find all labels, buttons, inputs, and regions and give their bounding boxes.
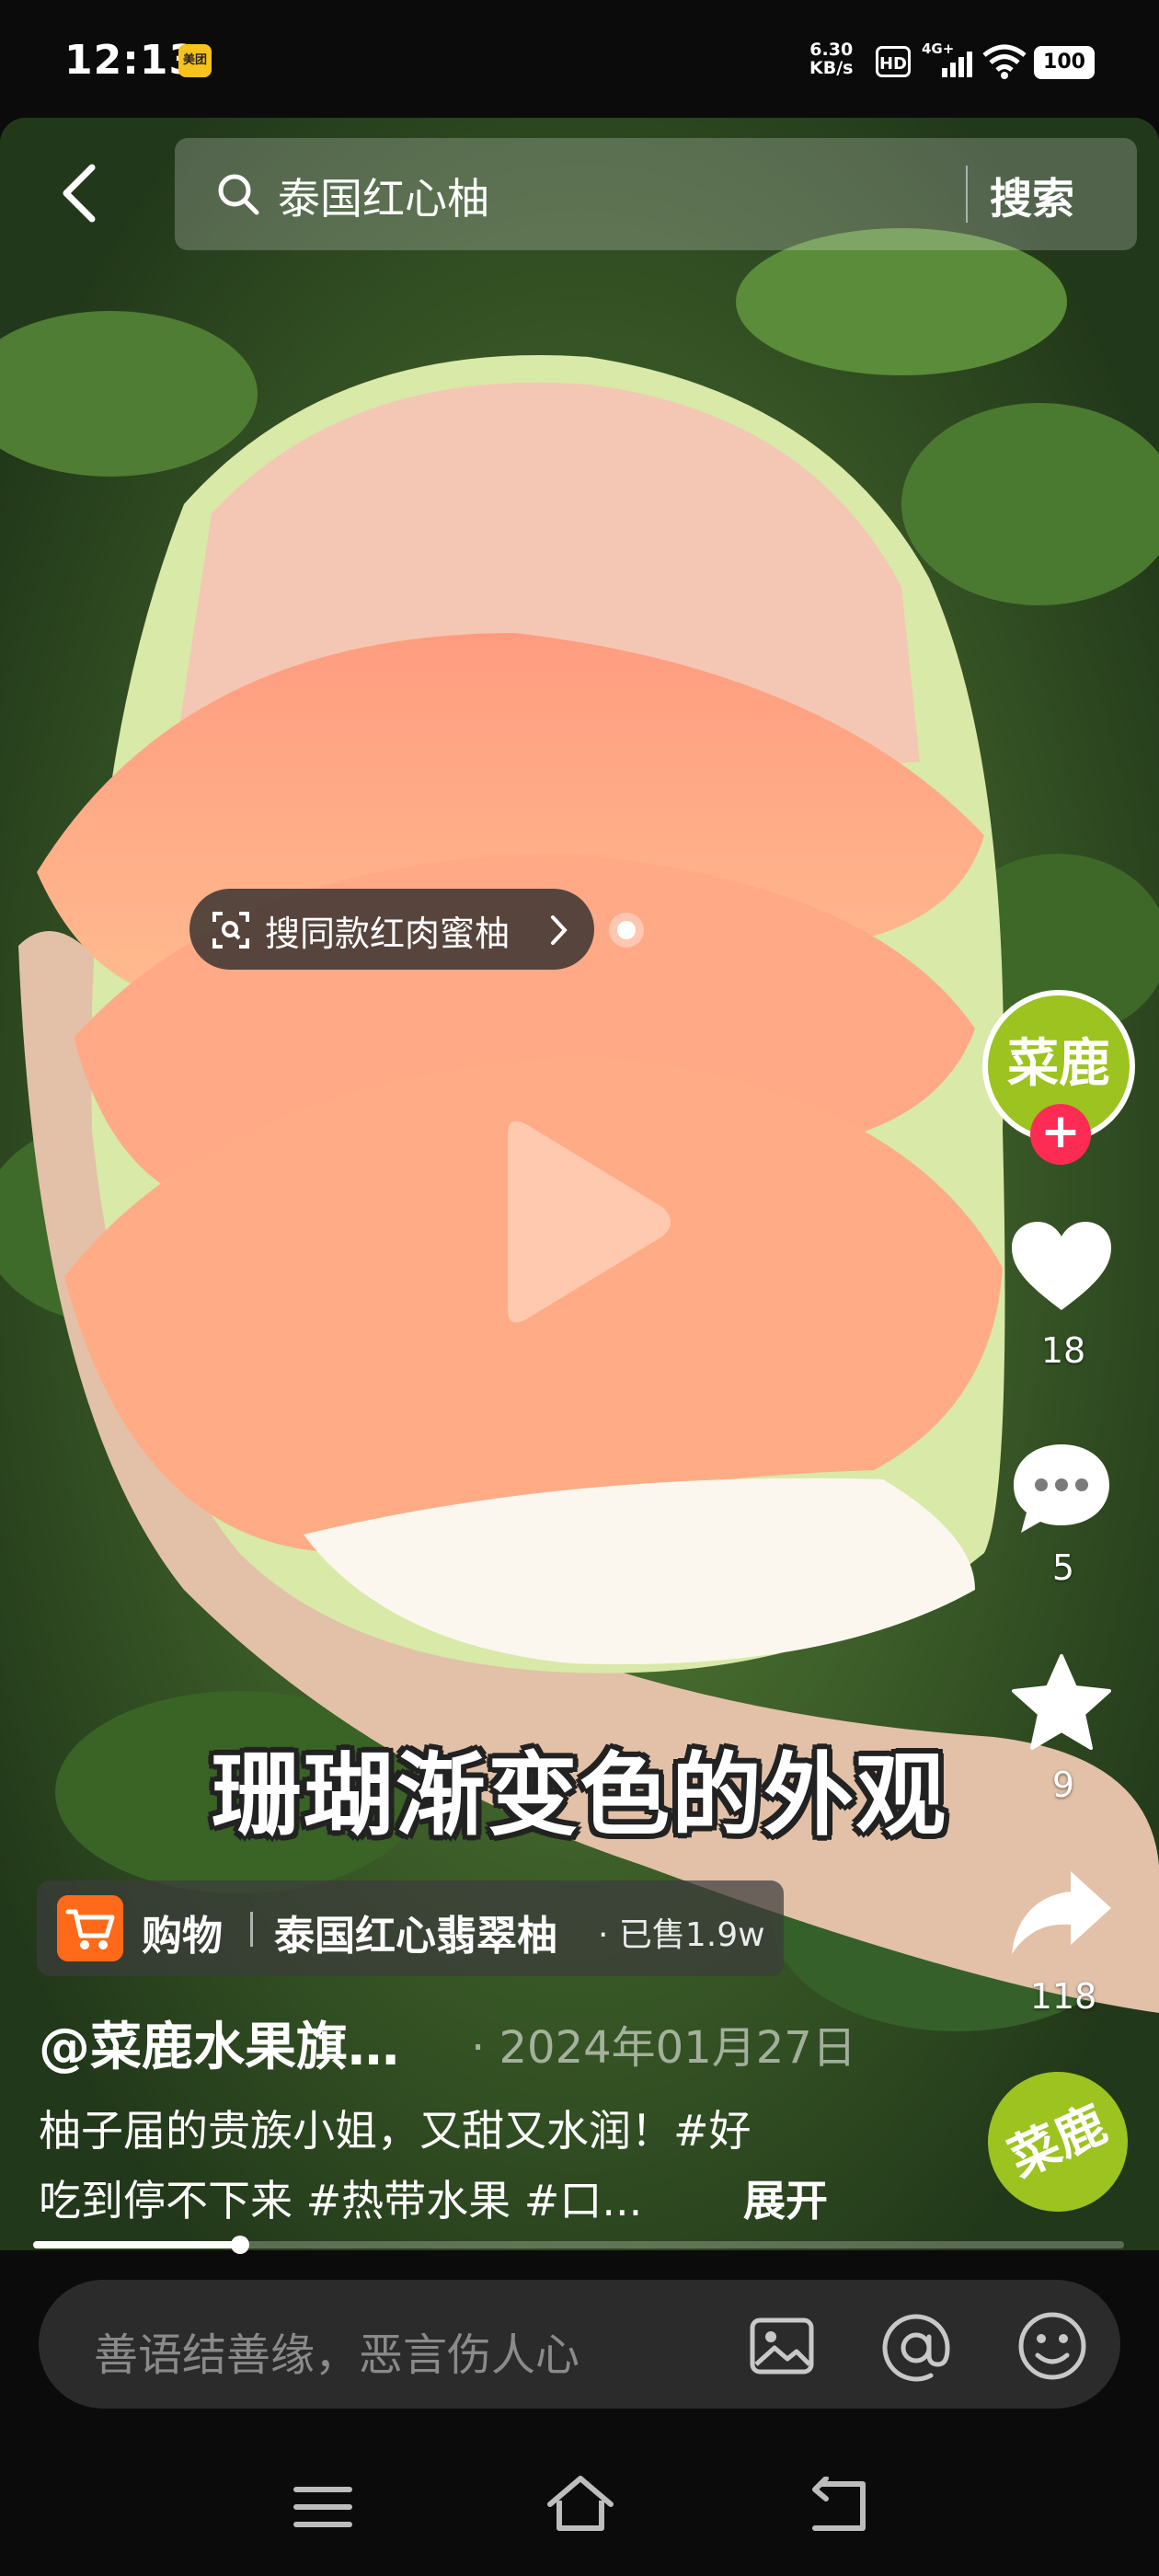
cellular-signal-icon: 4G+ [922,40,972,77]
battery-indicator: 100 [1034,46,1095,79]
follow-button[interactable]: + [1030,1104,1091,1165]
video-subtitle: 珊瑚渐变色的外观 [0,1722,1159,1853]
comment-input[interactable]: 善语结善缘，恶言伤人心 [94,2318,580,2383]
back-arrow-icon[interactable] [53,158,109,228]
scan-icon [212,912,249,949]
post-date: · 2024年01月27日 [471,2022,856,2074]
image-picker-icon[interactable] [747,2311,817,2381]
network-speed-value: 6.30 [809,40,854,60]
search-icon [218,174,259,215]
shopping-divider [250,1912,253,1947]
subtitle-text: 珊瑚渐变色的外观 [211,1743,947,1848]
comment-count: 5 [1051,1547,1075,1588]
menu-icon[interactable] [291,2484,355,2530]
shopping-sold-count: · 已售1.9w [598,1916,765,1954]
video-progress-fill [33,2241,240,2248]
product-tag-label[interactable]: 搜同款红肉蜜柚 [265,905,510,956]
like-count: 18 [1040,1330,1086,1371]
author-username[interactable]: @菜鹿水果旗… [39,2006,399,2080]
search-input[interactable]: 泰国红心柚 [278,166,489,226]
shopping-product-name[interactable]: 泰国红心翡翠柚 [274,1903,557,1961]
network-speed: 6.30 KB/s [809,40,853,77]
home-icon[interactable] [546,2473,614,2534]
video-progress-handle[interactable] [231,2236,249,2254]
hd-badge: HD [876,46,911,77]
caption-line-1: 柚子届的贵族小姐，又甜又水润！#好 [39,2106,752,2156]
meituan-app-icon: 美团 [178,44,212,77]
chevron-right-icon [551,915,568,945]
search-divider [966,166,968,223]
network-type-label: 4G+ [922,40,954,57]
comment-icon[interactable] [1010,1441,1113,1536]
shopping-cart-icon [57,1895,123,1961]
share-arrow-icon[interactable] [1008,1868,1115,1958]
play-icon[interactable] [491,1115,675,1328]
network-speed-unit: KB/s [809,58,854,78]
caption-line-2: 吃到停不下来 #热带水果 #口... [39,2176,643,2225]
tag-anchor-dot [609,913,644,948]
wifi-icon [982,44,1027,79]
search-button[interactable]: 搜索 [990,166,1074,226]
mention-at-icon[interactable] [879,2311,953,2385]
like-heart-icon[interactable] [1008,1218,1115,1314]
share-count: 118 [1029,1976,1097,2017]
shopping-label[interactable]: 购物 [142,1903,223,1961]
expand-caption-button[interactable]: 展开 [743,2168,828,2228]
emoji-icon[interactable] [1016,2309,1089,2383]
back-nav-icon[interactable] [806,2477,870,2534]
